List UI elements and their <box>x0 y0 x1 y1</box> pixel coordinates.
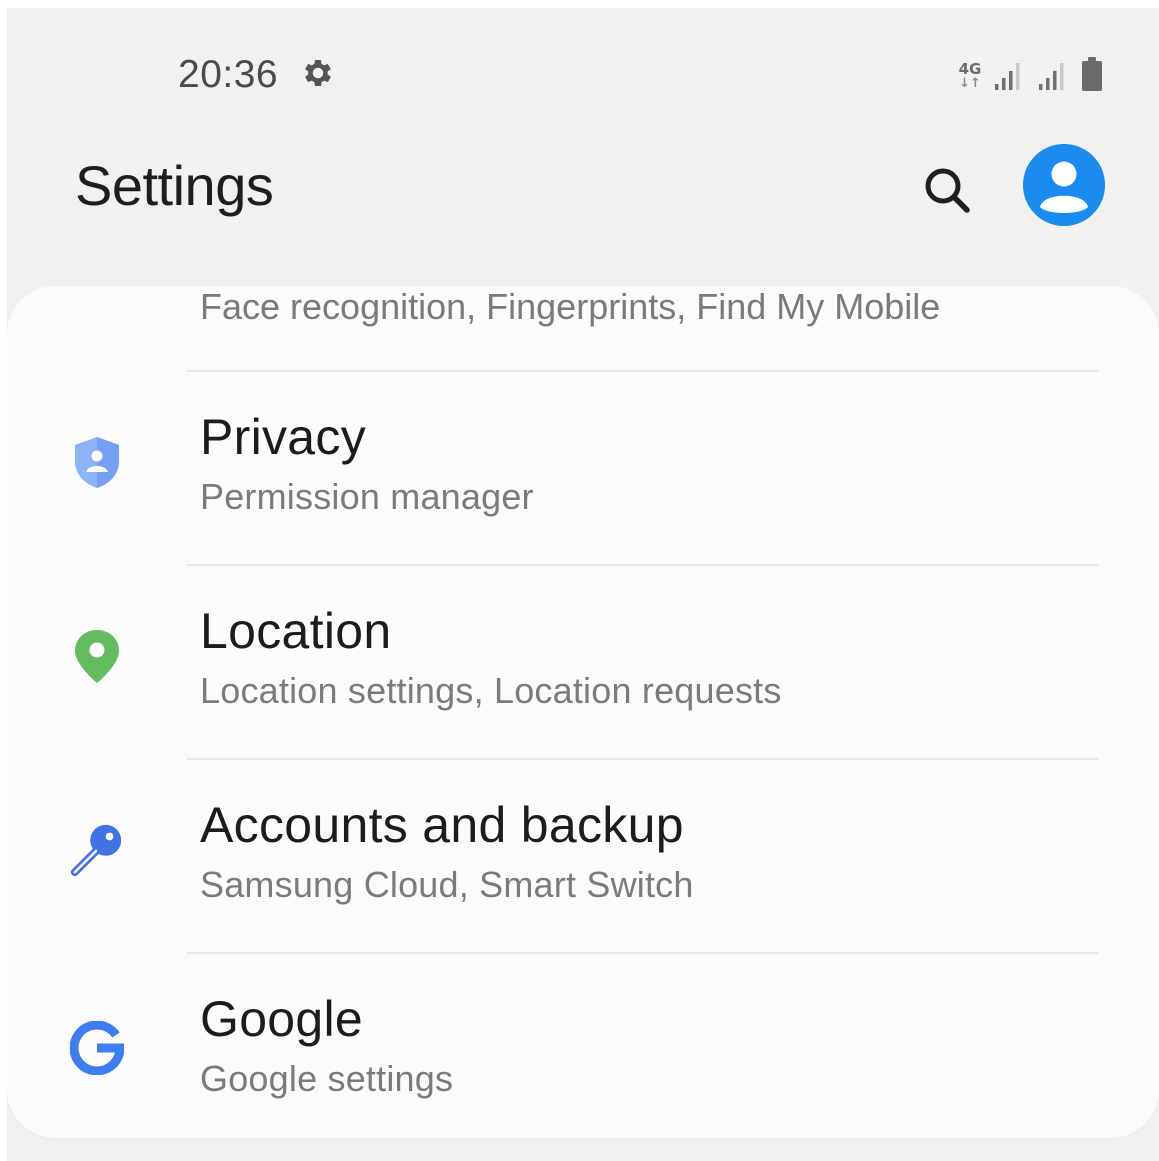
list-item-title: Google <box>200 991 364 1047</box>
settings-list: Face recognition, Fingerprints, Find My … <box>7 286 1159 1138</box>
search-button[interactable] <box>907 150 987 230</box>
network-activity-arrows: ↓↑ <box>959 76 981 91</box>
list-item-privacy[interactable]: Privacy Permission manager <box>7 372 1159 564</box>
security-icon <box>81 286 111 290</box>
account-button[interactable] <box>1023 144 1105 226</box>
list-item-subtitle: Permission manager <box>200 476 534 517</box>
key-icon <box>67 820 127 880</box>
status-icons: 4G ↓↑ <box>957 54 1103 94</box>
gear-icon <box>305 59 331 87</box>
list-item-biometrics-security[interactable]: Face recognition, Fingerprints, Find My … <box>7 286 1159 363</box>
page-title: Settings <box>75 154 274 217</box>
list-item-title: Accounts and backup <box>200 797 684 853</box>
signal-icon <box>995 63 1020 90</box>
list-item-subtitle: Face recognition, Fingerprints, Find My … <box>200 286 941 327</box>
signal-icon <box>1039 63 1064 90</box>
network-type-indicator: 4G ↓↑ <box>957 62 983 91</box>
list-item-title: Location <box>200 603 392 659</box>
status-bar: 20:36 4G ↓↑ <box>7 8 1159 138</box>
settings-screen: 20:36 4G ↓↑ Settings Face recognition, F… <box>7 8 1159 1161</box>
status-time: 20:36 <box>178 53 279 96</box>
list-item-subtitle: Samsung Cloud, Smart Switch <box>200 864 694 905</box>
privacy-shield-icon <box>67 432 127 492</box>
list-item-google[interactable]: Google Google settings <box>7 954 1159 1138</box>
list-item-subtitle: Location settings, Location requests <box>200 670 782 711</box>
list-item-location[interactable]: Location Location settings, Location req… <box>7 566 1159 758</box>
list-item-title: Privacy <box>200 409 367 465</box>
list-item-subtitle: Google settings <box>200 1058 454 1099</box>
location-pin-icon <box>67 626 127 686</box>
account-icon <box>1023 144 1105 226</box>
search-icon <box>925 168 970 213</box>
list-item-accounts-and-backup[interactable]: Accounts and backup Samsung Cloud, Smart… <box>7 760 1159 952</box>
google-g-icon <box>67 1018 127 1078</box>
battery-icon <box>1082 57 1102 91</box>
